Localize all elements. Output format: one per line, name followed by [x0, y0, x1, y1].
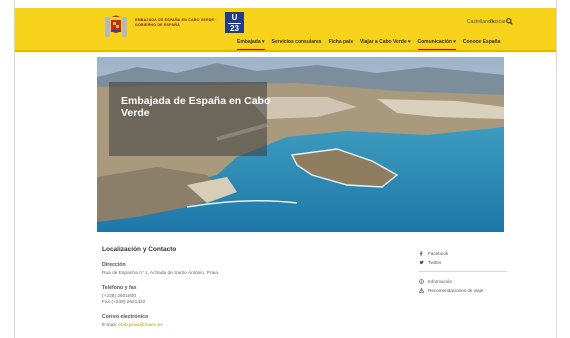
phone-label: Teléfono y fax — [102, 284, 137, 291]
hero-title-overlay: Embajada de España en Cabo Verde — [109, 82, 270, 156]
twitter-label: Twitter — [428, 260, 442, 265]
address-value: Rua de Espanha nº 1, Achada de Santo Ant… — [102, 271, 220, 276]
info-label: Información — [428, 279, 453, 284]
site-header: EMBAJADA DE ESPAÑA EN CABO VERDE · GOBIE… — [15, 8, 556, 50]
twitter-link[interactable]: Twitter — [419, 258, 507, 267]
email-line: E-mail: emb.praia@maec.es — [102, 323, 342, 330]
frame-border-right — [556, 0, 557, 338]
email-block: Correo electrónico E-mail: emb.praia@mae… — [102, 314, 342, 330]
nav-item-ficha-pais[interactable]: Ficha país — [329, 37, 353, 47]
email-prefix: E-mail: — [102, 322, 117, 328]
search-link[interactable]: Buscar — [490, 19, 506, 25]
address-block: Dirección Rua de Espanha nº 1, Achada de… — [102, 262, 342, 278]
travel-recommendations-label: Recomendaciones de viaje — [428, 288, 484, 293]
email-link[interactable]: emb.praia@maec.es — [118, 323, 162, 328]
side-links: Facebook Twitter Información Recomendaci… — [419, 249, 507, 295]
coat-of-arms-logo[interactable] — [103, 14, 129, 40]
main-nav: Embajada ▾ Servicios consulares Ficha pa… — [237, 37, 501, 50]
facebook-link[interactable]: Facebook — [419, 249, 507, 258]
u23-badge[interactable]: U 23 — [225, 12, 244, 33]
hero-title: Embajada de España en Cabo Verde — [121, 95, 271, 119]
header-underline — [15, 50, 556, 52]
badge-line-2: 23 — [230, 23, 239, 33]
phone-block: Teléfono y fax (+238) 2601800 Fax (+238)… — [102, 285, 342, 307]
nav-item-embajada[interactable]: Embajada ▾ — [237, 37, 265, 50]
nav-item-conoce-espana[interactable]: Conoce España — [463, 37, 501, 47]
nav-item-servicios-consulares[interactable]: Servicios consulares — [272, 37, 322, 47]
embassy-logo-text: EMBAJADA DE ESPAÑA EN CABO VERDE · GOBIE… — [135, 18, 217, 27]
info-link[interactable]: Información — [419, 277, 507, 286]
search-icon[interactable] — [506, 18, 513, 25]
twitter-icon — [419, 260, 424, 265]
side-divider — [419, 271, 507, 272]
nav-item-comunicacion[interactable]: Comunicación ▾ — [417, 37, 457, 50]
contact-heading: Localización y Contacto — [102, 246, 177, 253]
facebook-icon — [420, 251, 423, 256]
email-label: Correo electrónico — [102, 313, 149, 320]
badge-line-1: U — [231, 13, 238, 22]
fax-value: Fax (+238) 2621322 — [102, 300, 146, 305]
address-label: Dirección — [102, 262, 126, 268]
page: EMBAJADA DE ESPAÑA EN CABO VERDE · GOBIE… — [0, 0, 570, 338]
hero-banner: Embajada de España en Cabo Verde — [97, 57, 504, 232]
travel-recommendations-link[interactable]: Recomendaciones de viaje — [419, 286, 507, 295]
warning-icon — [419, 288, 424, 293]
nav-item-viajar[interactable]: Viajar a Cabo Verde ▾ — [360, 37, 411, 47]
contact-section: Localización y Contacto Dirección Rua de… — [102, 246, 342, 336]
info-icon — [419, 279, 424, 284]
facebook-label: Facebook — [428, 251, 449, 256]
